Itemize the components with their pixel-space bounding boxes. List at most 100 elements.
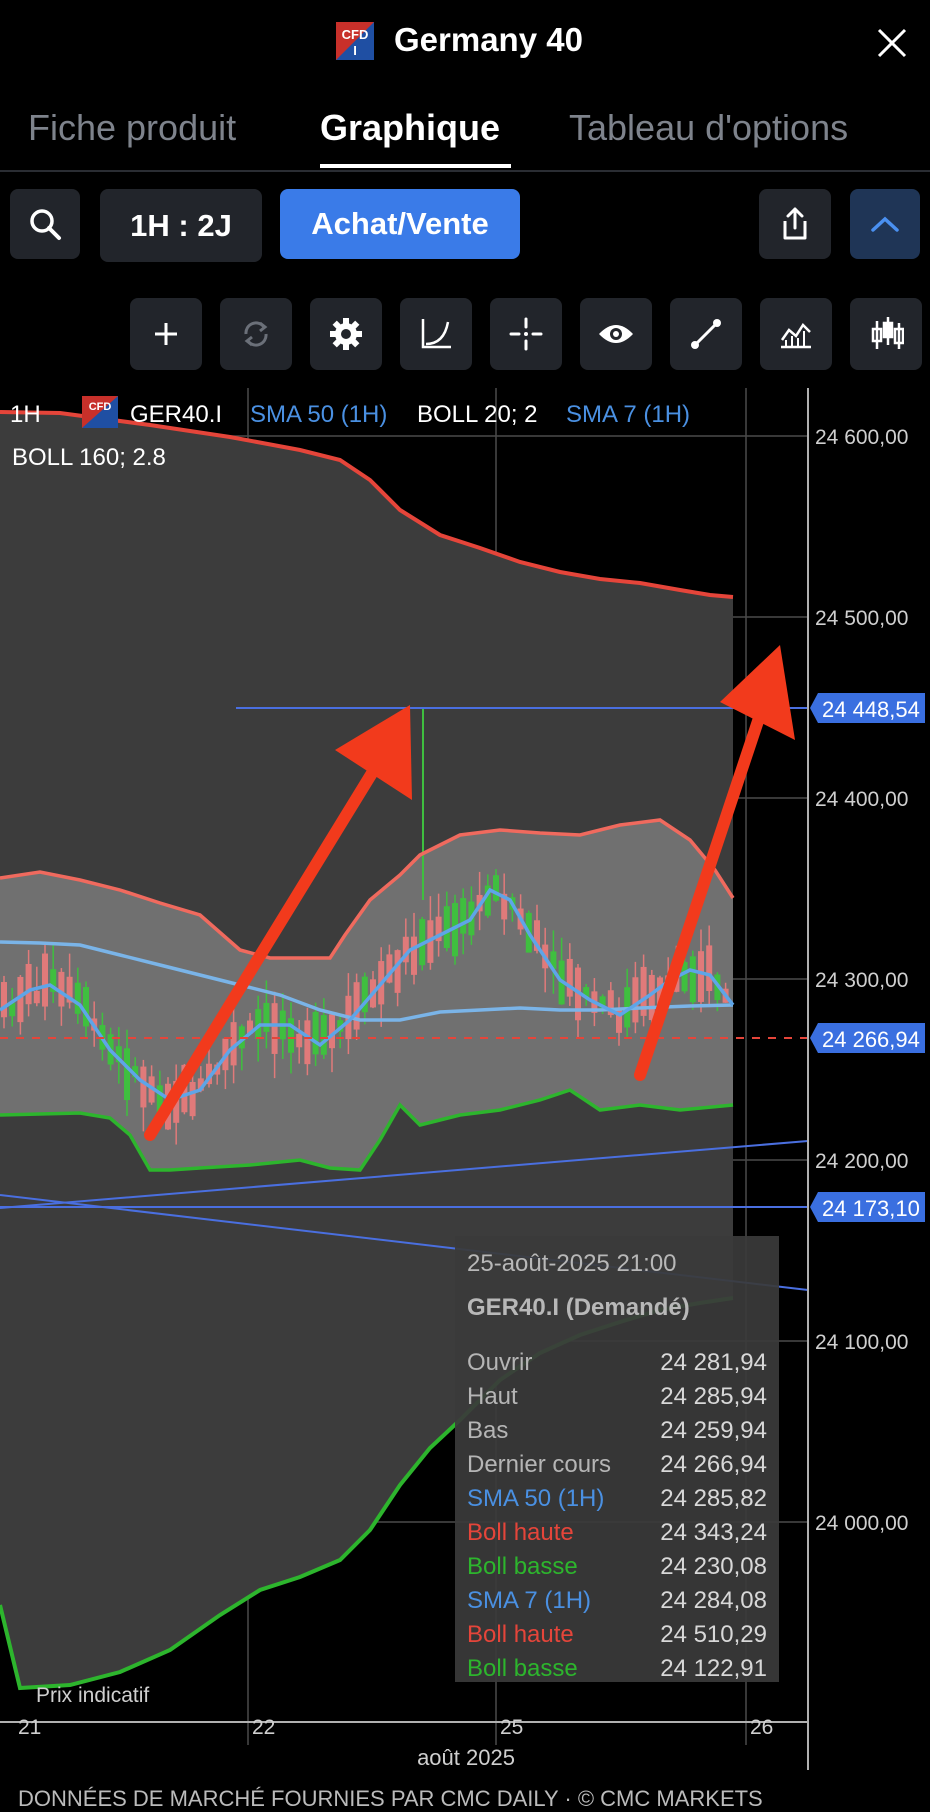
candle-body <box>296 1033 303 1048</box>
candle-body <box>460 898 467 934</box>
candle-body <box>411 936 417 975</box>
buy-sell-button[interactable]: Achat/Vente <box>280 189 520 259</box>
tooltip-row-value: 24 284,08 <box>660 1587 767 1614</box>
buy-sell-label: Achat/Vente <box>311 206 489 241</box>
tab-fiche-produit[interactable]: Fiche produit <box>28 104 236 152</box>
chart-type-button[interactable] <box>400 298 472 370</box>
time-tick-label: 25 <box>500 1716 523 1739</box>
crosshair-button[interactable] <box>490 298 562 370</box>
price-tick-label: 24 600,00 <box>815 426 908 449</box>
svg-text:24 448,54: 24 448,54 <box>822 697 920 722</box>
tooltip-row-value: 24 259,94 <box>660 1417 767 1444</box>
tooltip-row-label: Boll haute <box>467 1519 574 1546</box>
tab-graphique[interactable]: Graphique <box>320 104 500 152</box>
refresh-button[interactable] <box>220 298 292 370</box>
search-button[interactable] <box>10 189 80 259</box>
candle-body <box>320 1015 327 1055</box>
tooltip-row-label: Dernier cours <box>467 1451 612 1478</box>
settings-button[interactable] <box>310 298 382 370</box>
svg-text:24 173,10: 24 173,10 <box>822 1196 920 1221</box>
tooltip-row-label: Boll haute <box>467 1621 574 1648</box>
candles-icon <box>871 317 904 349</box>
price-tick-label: 24 100,00 <box>815 1331 908 1354</box>
header: CFD I Germany 40 <box>0 0 930 85</box>
indicative-price-label: Prix indicatif <box>36 1684 149 1707</box>
candle-body <box>312 1011 319 1055</box>
candle-body <box>25 963 32 1005</box>
tooltip-instrument: GER40.I (Demandé) <box>467 1294 690 1321</box>
tooltip-row-label: Ouvrir <box>467 1349 533 1376</box>
tooltip-row-value: 24 285,82 <box>660 1485 767 1512</box>
month-label: août 2025 <box>417 1745 515 1770</box>
chevron-up-icon <box>871 216 899 232</box>
candle-body <box>33 990 40 1004</box>
share-button[interactable] <box>759 189 831 259</box>
candle-body <box>394 950 401 993</box>
market-data-banner: DONNÉES DE MARCHÉ FOURNIES PAR CMC DAILY… <box>18 1786 763 1811</box>
collapse-button[interactable] <box>850 189 920 259</box>
indicators-button[interactable] <box>760 298 832 370</box>
line-tool-icon <box>691 319 721 349</box>
refresh-icon <box>244 321 268 347</box>
data-tooltip: 25-août-2025 21:00 GER40.I (Demandé) Ouv… <box>455 1236 779 1682</box>
curve-icon <box>421 319 451 349</box>
draw-line-button[interactable] <box>670 298 742 370</box>
close-icon[interactable] <box>875 26 909 60</box>
legend-sma7[interactable]: SMA 7 (1H) <box>566 401 690 428</box>
tooltip-row-value: 24 230,08 <box>660 1553 767 1580</box>
crosshair-icon <box>509 317 543 351</box>
timeframe-button[interactable]: 1H : 2J <box>100 189 262 262</box>
candle-body <box>698 951 704 1002</box>
price-tick-label: 24 200,00 <box>815 1150 908 1173</box>
candle-body <box>74 982 81 1014</box>
candle-body <box>566 958 573 997</box>
tooltip-row-label: Bas <box>467 1417 509 1444</box>
gear-icon <box>330 318 362 350</box>
svg-text:CFD: CFD <box>342 27 369 42</box>
tab-bar: Fiche produit Graphique Tableau d'option… <box>0 100 930 172</box>
visibility-button[interactable] <box>580 298 652 370</box>
legend-boll20[interactable]: BOLL 20; 2 <box>417 401 538 428</box>
candle-body <box>304 1020 311 1065</box>
candle-body <box>1 982 7 1018</box>
tooltip-row-value: 24 122,91 <box>660 1655 767 1682</box>
area-chart-icon <box>780 323 811 349</box>
candle-body <box>689 956 696 1003</box>
tooltip-row-value: 24 266,94 <box>660 1451 767 1478</box>
share-icon <box>783 207 807 240</box>
svg-text:24 266,94: 24 266,94 <box>822 1027 920 1052</box>
search-icon <box>30 209 61 240</box>
candle-body <box>83 987 89 1027</box>
eye-icon <box>599 325 633 343</box>
plus-icon <box>155 323 177 345</box>
candle-body <box>140 1066 147 1108</box>
time-tick-label: 22 <box>252 1716 275 1739</box>
time-axis: 21 22 25 26 <box>18 1716 773 1739</box>
candle-body <box>443 906 450 949</box>
high-price-tag: 24 448,54 <box>810 693 925 723</box>
page-title: Germany 40 <box>394 21 583 58</box>
cfd-logo-icon: CFD I <box>336 22 374 60</box>
svg-text:I: I <box>353 43 357 58</box>
add-indicator-button[interactable] <box>130 298 202 370</box>
tooltip-row-value: 24 510,29 <box>660 1621 767 1648</box>
candle-body <box>263 1002 270 1032</box>
tooltip-row-value: 24 343,24 <box>660 1519 767 1546</box>
candle-body <box>353 982 360 1030</box>
price-tick-label: 24 400,00 <box>815 788 908 811</box>
tooltip-row-value: 24 285,94 <box>660 1383 767 1410</box>
legend-sma50[interactable]: SMA 50 (1H) <box>250 401 387 428</box>
last-price-tag: 24 266,94 <box>810 1023 925 1053</box>
tab-tableau-options[interactable]: Tableau d'options <box>569 104 848 152</box>
candle-body <box>706 945 713 991</box>
candle-body <box>493 875 499 901</box>
candle-body <box>271 1003 278 1054</box>
tooltip-row-label: SMA 7 (1H) <box>467 1587 592 1614</box>
support-price-tag: 24 173,10 <box>810 1192 925 1222</box>
time-tick-label: 21 <box>18 1716 41 1739</box>
time-tick-label: 26 <box>750 1716 773 1739</box>
legend-cfd-logo-icon: CFD <box>82 396 118 428</box>
candle-style-button[interactable] <box>850 298 922 370</box>
price-axis: 24 600,00 24 500,00 24 400,00 24 300,00 24 2… <box>815 426 908 1535</box>
legend-boll160[interactable]: BOLL 160; 2.8 <box>12 444 166 471</box>
